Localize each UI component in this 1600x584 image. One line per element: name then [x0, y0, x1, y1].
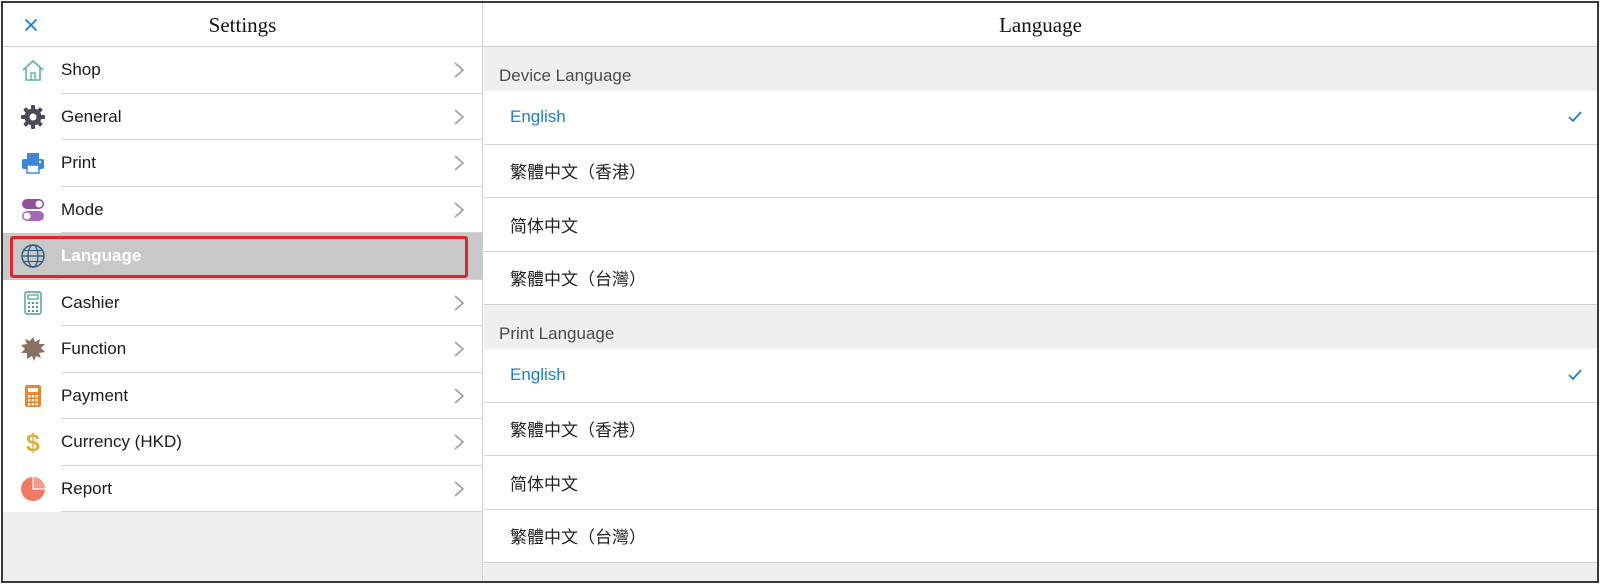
sidebar-item-payment[interactable]: Payment — [3, 372, 482, 419]
cash-register-icon — [19, 289, 47, 317]
sidebar-item-label: Shop — [61, 60, 101, 80]
sidebar-item-label: General — [61, 106, 122, 126]
sidebar-item-mode[interactable]: Mode — [3, 186, 482, 233]
sidebar-item-label: Payment — [61, 385, 129, 405]
option-label: 繁體中文（台灣） — [510, 270, 646, 290]
close-icon — [25, 19, 37, 31]
sidebar-item-language[interactable]: Language — [3, 233, 482, 280]
section-header: Device Language — [484, 47, 1597, 91]
sidebar-item-cashier[interactable]: Cashier — [3, 279, 482, 326]
option-label: 繁體中文（香港） — [510, 163, 646, 183]
sidebar-item-general[interactable]: General — [3, 93, 482, 140]
sidebar-item-function[interactable]: Function — [3, 326, 482, 373]
section-header: Print Language — [484, 305, 1597, 349]
sidebar-item-label: Function — [61, 339, 127, 359]
chevron-right-icon — [454, 295, 465, 311]
option-label: English — [510, 365, 566, 385]
sidebar-item-shop[interactable]: Shop — [3, 47, 482, 94]
checkmark-icon — [1568, 369, 1582, 381]
sidebar-item-label: Language — [61, 246, 142, 266]
option-list: English 繁體中文（香港） 简体中文 繁體中文（台灣） — [484, 91, 1597, 305]
home-icon — [19, 56, 47, 84]
sidebar-item-print[interactable]: Print — [3, 140, 482, 187]
sidebar-item-label: Cashier — [61, 292, 120, 312]
device-language-option-zh-hk[interactable]: 繁體中文（香港） — [484, 144, 1597, 198]
chevron-right-icon — [454, 434, 465, 450]
device-language-option-english[interactable]: English — [484, 91, 1597, 145]
device-language-option-zh-cn[interactable]: 简体中文 — [484, 198, 1597, 252]
print-language-section: Print Language English 繁體中文（香港） 简体中文 繁體中… — [484, 305, 1597, 563]
dollar-icon: $ — [19, 428, 47, 456]
option-label: 繁體中文（台灣） — [510, 528, 646, 548]
sidebar-item-currency[interactable]: $ Currency (HKD) — [3, 419, 482, 466]
print-language-option-zh-cn[interactable]: 简体中文 — [484, 456, 1597, 510]
close-button[interactable] — [17, 11, 45, 39]
chevron-right-icon — [454, 109, 465, 125]
print-language-option-english[interactable]: English — [484, 349, 1597, 403]
chevron-right-icon — [454, 155, 465, 171]
page-title: Language — [484, 3, 1597, 47]
sidebar-item-report[interactable]: Report — [3, 465, 482, 512]
settings-menu: Shop General Print Mode Language Cashier… — [3, 47, 482, 512]
sidebar-title: Settings — [208, 13, 277, 37]
pie-chart-icon — [19, 475, 47, 503]
sidebar-item-label: Currency (HKD) — [61, 432, 182, 452]
device-language-section: Device Language English 繁體中文（香港） 简体中文 繁體… — [484, 47, 1597, 305]
cog-badge-icon — [19, 335, 47, 363]
sidebar-item-label: Print — [61, 153, 96, 173]
printer-icon — [19, 149, 47, 177]
chevron-right-icon — [454, 481, 465, 497]
globe-icon — [19, 242, 47, 270]
settings-sidebar: Settings Shop General Print Mode Languag… — [3, 3, 483, 581]
device-language-option-zh-tw[interactable]: 繁體中文（台灣） — [484, 251, 1597, 305]
chevron-right-icon — [454, 202, 465, 218]
sidebar-item-label: Report — [61, 478, 113, 498]
option-label: 简体中文 — [510, 216, 578, 236]
option-label: English — [510, 107, 566, 127]
chevron-right-icon — [454, 388, 465, 404]
language-pane: Language Device Language English 繁體中文（香港… — [484, 3, 1597, 581]
toggle-icon — [19, 196, 47, 224]
sidebar-header: Settings — [3, 3, 482, 47]
chevron-right-icon — [454, 341, 465, 357]
svg-text:$: $ — [26, 429, 40, 455]
checkmark-icon — [1568, 111, 1582, 123]
print-language-option-zh-tw[interactable]: 繁體中文（台灣） — [484, 509, 1597, 563]
sidebar-item-label: Mode — [61, 199, 104, 219]
print-language-option-zh-hk[interactable]: 繁體中文（香港） — [484, 402, 1597, 456]
settings-window: Settings Shop General Print Mode Languag… — [1, 1, 1599, 583]
option-label: 简体中文 — [510, 474, 578, 494]
option-list: English 繁體中文（香港） 简体中文 繁體中文（台灣） — [484, 349, 1597, 563]
calculator-icon — [19, 382, 47, 410]
option-label: 繁體中文（香港） — [510, 421, 646, 441]
gear-icon — [19, 103, 47, 131]
chevron-right-icon — [454, 62, 465, 78]
